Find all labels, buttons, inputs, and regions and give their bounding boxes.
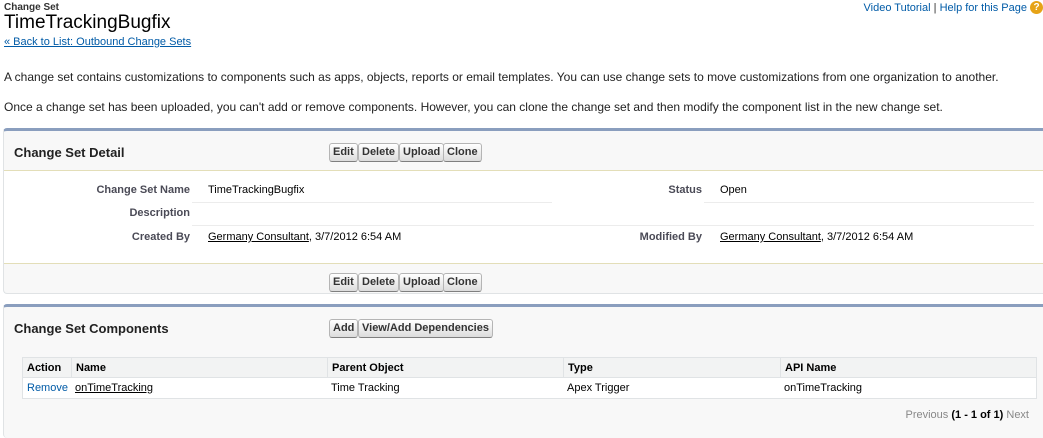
page-range: (1 - 1 of 1) xyxy=(951,409,1004,421)
change-set-name-value: TimeTrackingBugfix xyxy=(208,184,305,196)
detail-fields: Change Set Name TimeTrackingBugfix Statu… xyxy=(4,171,1043,263)
component-name-link[interactable]: onTimeTracking xyxy=(75,382,153,394)
action-cell: Remove xyxy=(23,378,68,398)
row-separator xyxy=(192,202,552,203)
help-icon[interactable]: ? xyxy=(1030,1,1043,14)
table-header: Action Name Parent Object Type API Name xyxy=(23,358,1036,378)
detail-bottom-divider xyxy=(4,263,1043,264)
components-section-title: Change Set Components xyxy=(14,321,169,336)
edit-button-bottom[interactable]: Edit xyxy=(329,273,358,292)
video-tutorial-link[interactable]: Video Tutorial xyxy=(864,2,931,14)
intro-paragraph-1: A change set contains customizations to … xyxy=(4,70,999,84)
previous-link[interactable]: Previous xyxy=(906,409,949,421)
row-separator xyxy=(192,225,1034,226)
created-date: , 3/7/2012 6:54 AM xyxy=(308,231,402,243)
modified-by-value: Germany Consultant, 3/7/2012 6:54 AM xyxy=(720,231,913,243)
pagination: Previous (1 - 1 of 1) Next xyxy=(906,409,1030,421)
change-set-name-label: Change Set Name xyxy=(96,184,190,196)
created-by-value: Germany Consultant, 3/7/2012 6:54 AM xyxy=(208,231,401,243)
page-title: TimeTrackingBugfix xyxy=(4,12,171,33)
change-set-detail-section: Change Set Detail Edit Delete Upload Clo… xyxy=(3,128,1043,294)
type-cell: Apex Trigger xyxy=(567,382,630,394)
help-links: Video Tutorial | Help for this Page xyxy=(864,2,1028,14)
delete-button[interactable]: Delete xyxy=(358,143,400,162)
upload-button[interactable]: Upload xyxy=(399,143,445,162)
view-add-dependencies-button[interactable]: View/Add Dependencies xyxy=(358,319,493,338)
delete-button-bottom[interactable]: Delete xyxy=(358,273,400,292)
description-label: Description xyxy=(129,207,190,219)
page-header: Change Set TimeTrackingBugfix « Back to … xyxy=(4,2,191,48)
column-header-action: Action xyxy=(27,362,62,374)
status-value: Open xyxy=(720,184,747,196)
clone-button-bottom[interactable]: Clone xyxy=(443,273,482,292)
modified-by-label: Modified By xyxy=(639,231,702,243)
column-header-api-name: API Name xyxy=(780,358,1036,378)
components-table: Action Name Parent Object Type API Name … xyxy=(22,357,1037,399)
modified-by-user-link[interactable]: Germany Consultant xyxy=(720,231,821,243)
table-row: Remove onTimeTracking Time Tracking Apex… xyxy=(23,378,1036,398)
name-cell: onTimeTracking xyxy=(71,378,153,398)
edit-button[interactable]: Edit xyxy=(329,143,358,162)
help-separator: | xyxy=(933,2,937,14)
status-label: Status xyxy=(668,184,702,196)
clone-button[interactable]: Clone xyxy=(443,143,482,162)
intro-paragraph-2: Once a change set has been uploaded, you… xyxy=(4,100,943,114)
back-to-list-link[interactable]: « Back to List: Outbound Change Sets xyxy=(4,36,191,48)
remove-link[interactable]: Remove xyxy=(27,382,68,394)
column-header-name: Name xyxy=(71,358,327,378)
help-page-link[interactable]: Help for this Page xyxy=(940,2,1027,14)
created-by-label: Created By xyxy=(131,231,190,243)
created-by-user-link[interactable]: Germany Consultant xyxy=(208,231,309,243)
detail-section-title: Change Set Detail xyxy=(14,145,125,160)
column-header-type: Type xyxy=(563,358,780,378)
row-separator xyxy=(704,202,1034,203)
column-header-parent-object: Parent Object xyxy=(327,358,563,378)
upload-button-bottom[interactable]: Upload xyxy=(399,273,445,292)
parent-object-cell: Time Tracking xyxy=(331,382,400,394)
add-button[interactable]: Add xyxy=(329,319,359,338)
modified-date: , 3/7/2012 6:54 AM xyxy=(820,231,914,243)
next-link[interactable]: Next xyxy=(1006,409,1029,421)
api-name-cell: onTimeTracking xyxy=(784,382,863,394)
